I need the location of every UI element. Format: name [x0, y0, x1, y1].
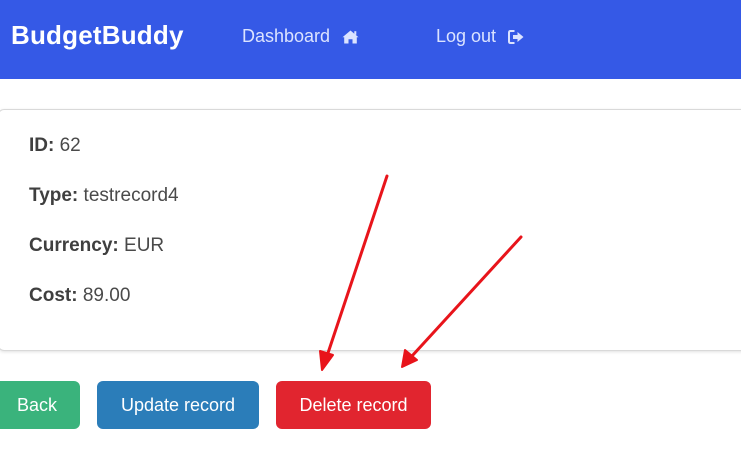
nav-dashboard-label: Dashboard [242, 26, 331, 46]
record-currency-value: EUR [124, 235, 165, 256]
record-type-label: Type: [29, 185, 79, 206]
record-cost-label: Cost: [29, 285, 78, 306]
nav-dashboard-link[interactable]: Dashboard [242, 26, 359, 47]
home-icon [342, 30, 359, 44]
record-cost-value: 89.00 [82, 285, 131, 306]
brand-logo[interactable]: BudgetBuddy [11, 20, 184, 51]
nav-logout-label: Log out [436, 26, 497, 46]
record-cost-row: Cost: 89.00 [29, 285, 130, 307]
record-currency-label: Currency: [29, 235, 119, 256]
record-type-value: testrecord4 [83, 185, 179, 206]
top-navbar: BudgetBuddy Dashboard Log out [0, 0, 741, 79]
delete-record-button[interactable]: Delete record [276, 381, 431, 429]
record-details-card: ID: 62 Type: testrecord4 Currency: EUR C… [0, 109, 741, 351]
sign-out-icon [508, 29, 525, 44]
record-type-row: Type: testrecord4 [29, 185, 179, 207]
record-id-row: ID: 62 [29, 135, 81, 157]
nav-logout-link[interactable]: Log out [436, 26, 525, 47]
record-id-value: 62 [59, 135, 81, 156]
record-id-label: ID: [29, 135, 55, 156]
back-button[interactable]: Back [0, 381, 80, 429]
update-record-button[interactable]: Update record [97, 381, 259, 429]
record-currency-row: Currency: EUR [29, 235, 164, 257]
